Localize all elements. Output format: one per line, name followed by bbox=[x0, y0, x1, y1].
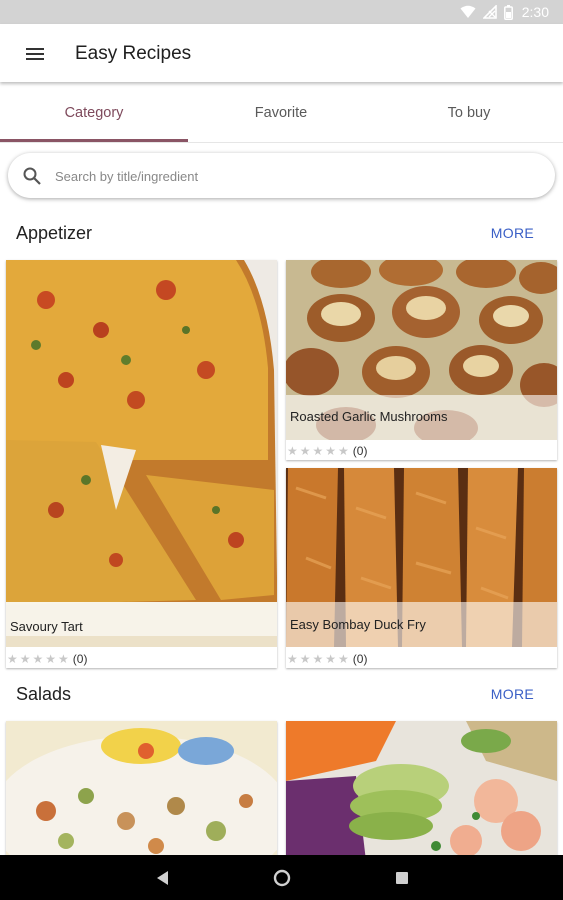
status-bar: 2:30 bbox=[0, 0, 563, 24]
appetizer-more-button[interactable]: MORE bbox=[491, 225, 534, 241]
recipe-card-savoury-tart[interactable]: Savoury Tart ★★★★★ (0) bbox=[6, 260, 277, 668]
recipe-card-roasted-garlic-mushrooms[interactable]: Roasted Garlic Mushrooms ★★★★★ (0) bbox=[286, 260, 557, 460]
recents-icon[interactable] bbox=[390, 867, 414, 889]
tab-favorite[interactable]: Favorite bbox=[187, 84, 375, 142]
recipe-title: Savoury Tart bbox=[10, 619, 83, 634]
recipe-title: Roasted Garlic Mushrooms bbox=[290, 409, 448, 424]
rating-stars: ★★★★★ bbox=[7, 651, 71, 666]
rating-stars: ★★★★★ bbox=[287, 443, 351, 458]
rating-count: (0) bbox=[352, 443, 368, 458]
rating-row: ★★★★★ (0) bbox=[286, 649, 557, 668]
rating-count: (0) bbox=[352, 651, 368, 666]
clock: 2:30 bbox=[521, 4, 549, 20]
no-signal-icon bbox=[482, 5, 497, 19]
app-title: Easy Recipes bbox=[75, 43, 192, 64]
tab-category[interactable]: Category bbox=[0, 84, 188, 142]
section-title-salads: Salads bbox=[16, 684, 72, 704]
rating-row: ★★★★★ (0) bbox=[286, 441, 557, 460]
rating-stars: ★★★★★ bbox=[287, 651, 351, 666]
recipe-photo-savoury-tart bbox=[6, 260, 277, 647]
system-nav-bar bbox=[0, 855, 563, 900]
salads-more-button[interactable]: MORE bbox=[491, 686, 534, 702]
rating-row: ★★★★★ (0) bbox=[6, 649, 277, 668]
recipe-card-salad-2[interactable] bbox=[286, 721, 557, 861]
status-icons: 2:30 bbox=[460, 0, 549, 24]
recipe-photo-salad-1 bbox=[6, 721, 277, 861]
home-icon[interactable] bbox=[270, 867, 294, 889]
search-bar[interactable] bbox=[8, 153, 555, 198]
rating-count: (0) bbox=[72, 651, 88, 666]
section-title-appetizer: Appetizer bbox=[16, 223, 93, 243]
wifi-icon bbox=[460, 5, 476, 18]
battery-icon bbox=[503, 4, 513, 20]
app-bar: Easy Recipes bbox=[0, 24, 563, 82]
recipe-title: Easy Bombay Duck Fry bbox=[290, 617, 426, 632]
search-input[interactable] bbox=[53, 163, 537, 190]
recipe-card-salad-1[interactable] bbox=[6, 721, 277, 861]
search-icon bbox=[23, 167, 41, 185]
tab-to-buy[interactable]: To buy bbox=[375, 84, 563, 142]
tab-bar: Category Favorite To buy bbox=[0, 84, 563, 143]
hamburger-menu-icon[interactable] bbox=[22, 41, 48, 67]
back-icon[interactable] bbox=[151, 867, 175, 889]
recipe-photo-salad-2 bbox=[286, 721, 557, 861]
recipe-card-easy-bombay-duck-fry[interactable]: Easy Bombay Duck Fry ★★★★★ (0) bbox=[286, 468, 557, 668]
active-tab-indicator bbox=[0, 139, 188, 142]
